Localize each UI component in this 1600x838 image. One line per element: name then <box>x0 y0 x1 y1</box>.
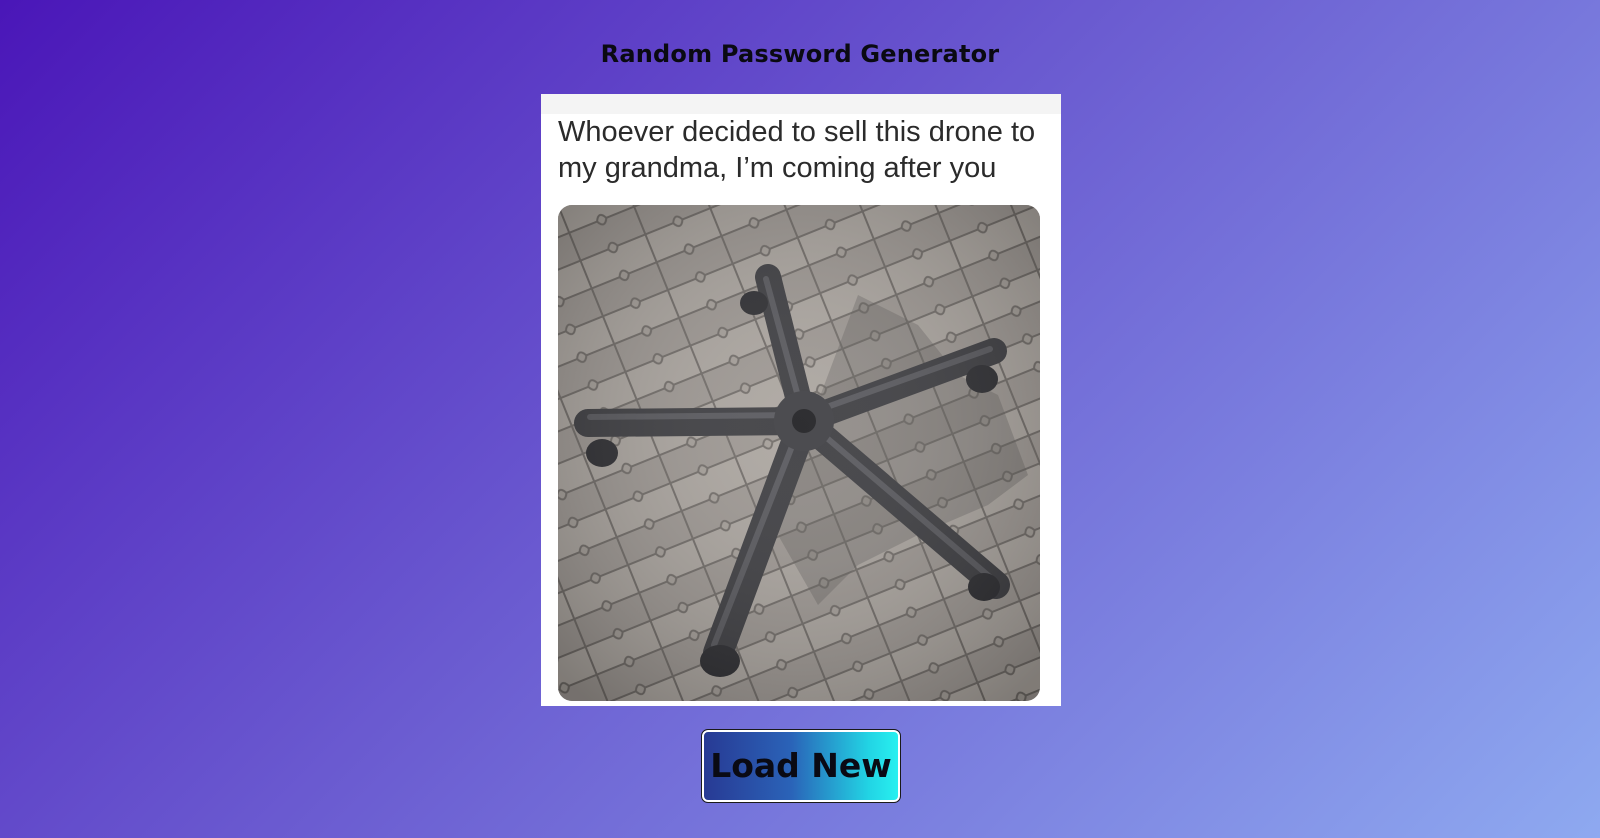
page-title: Random Password Generator <box>600 40 1000 68</box>
meme-image <box>558 205 1040 701</box>
chair-base-photo <box>558 205 1040 701</box>
load-new-button[interactable]: Load New <box>701 729 901 803</box>
meme-caption: Whoever decided to sell this drone to my… <box>558 116 1036 184</box>
meme-top-strip <box>541 94 1061 114</box>
meme-card: Whoever decided to sell this drone to my… <box>541 94 1061 706</box>
